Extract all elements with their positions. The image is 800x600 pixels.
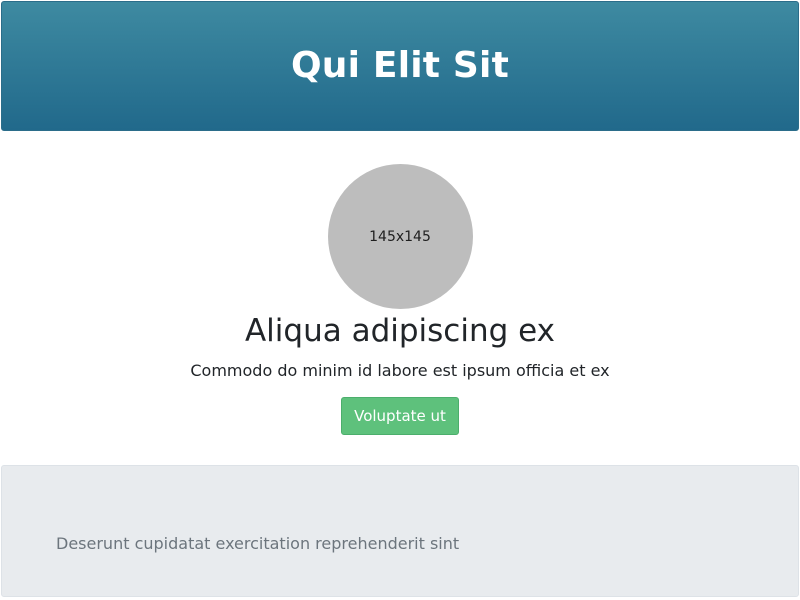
avatar-placeholder-label: 145x145	[369, 228, 431, 245]
avatar-placeholder: 145x145	[327, 164, 473, 309]
hero-header: Qui Elit Sit	[1, 1, 799, 131]
voluptate-ut-button[interactable]: Voluptate ut	[341, 397, 459, 435]
profile-description: Commodo do minim id labore est ipsum off…	[190, 361, 610, 380]
page-title: Qui Elit Sit	[291, 45, 509, 86]
footer-text: Deserunt cupidatat exercitation reprehen…	[56, 534, 460, 553]
profile-title: Aliqua adipiscing ex	[244, 313, 556, 349]
page: Qui Elit Sit 145x145 Aliqua adipiscing e…	[0, 0, 800, 600]
footer-panel: Deserunt cupidatat exercitation reprehen…	[1, 465, 799, 597]
profile-section: 145x145 Aliqua adipiscing ex Commodo do …	[0, 164, 800, 435]
